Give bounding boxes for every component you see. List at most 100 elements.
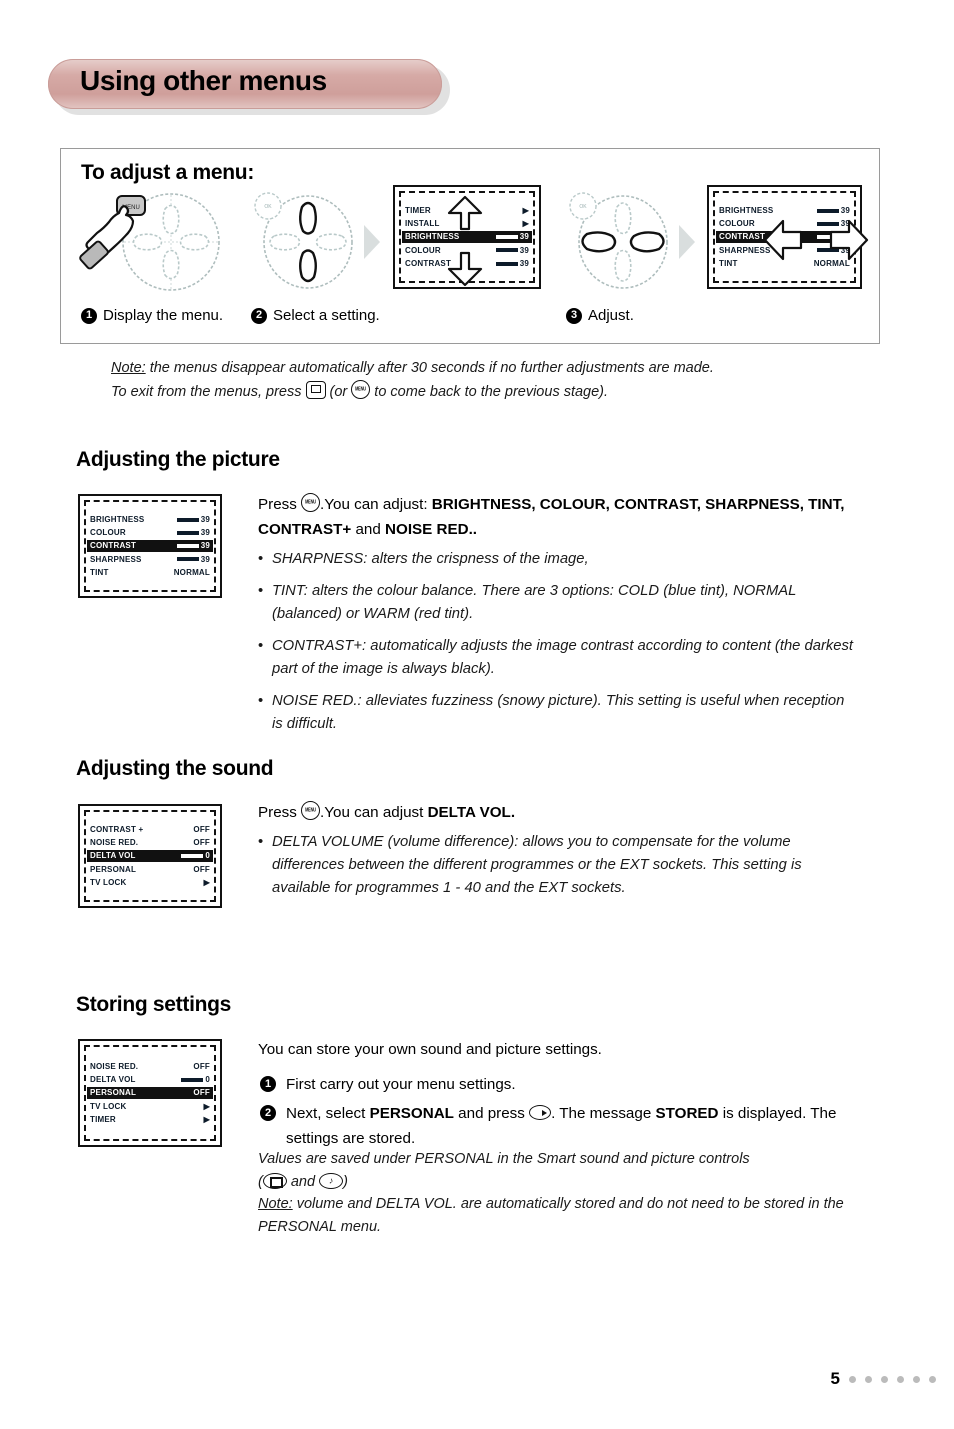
osd-row-value: OFF xyxy=(193,838,210,848)
sound-lead-bold: DELTA VOL. xyxy=(427,804,516,821)
list-item: 2 Next, select PERSONAL and press . The … xyxy=(258,1101,868,1151)
osd-row-selected: DELTA VOL 0 xyxy=(87,850,213,862)
osd-row: SHARPNESS 39 xyxy=(87,554,213,565)
osd-row-label: SHARPNESS xyxy=(90,554,142,564)
osd-row-label: BRIGHTNESS xyxy=(719,206,774,216)
osd-screen-storing: NOISE RED. OFF DELTA VOL 0 PERSONAL OFF … xyxy=(78,1039,222,1147)
picture-bullet-list: SHARPNESS: alters the crispness of the i… xyxy=(258,548,858,736)
list-item: CONTRAST+: automatically adjusts the ima… xyxy=(258,635,858,681)
right-arrow-icon xyxy=(529,1105,552,1120)
osd-row-value: ▶ xyxy=(203,1114,210,1124)
adjust-menu-title: To adjust a menu: xyxy=(81,161,255,184)
footer-dot xyxy=(897,1375,904,1383)
menu-icon xyxy=(301,801,321,820)
note-line2-a: To exit from the menus, press xyxy=(111,384,306,400)
note-line1-text: the menus disappear automatically after … xyxy=(145,360,714,376)
osd-row-label: TINT xyxy=(719,258,738,268)
step-text-3: Adjust. xyxy=(588,307,634,324)
osd-row: TV LOCK ▶ xyxy=(87,1101,213,1112)
step-2-b: and press xyxy=(453,1105,530,1122)
list-item: NOISE RED.: alleviates fuzziness (snowy … xyxy=(258,690,858,736)
osd-row-value: 0 xyxy=(181,851,210,860)
osd-row-label: TINT xyxy=(90,567,109,577)
step-number-2: 2 xyxy=(260,1105,276,1121)
picture-lead-a: Press xyxy=(258,496,302,513)
svg-text:OK: OK xyxy=(264,204,272,210)
osd-screen-sound: CONTRAST + OFF NOISE RED. OFF DELTA VOL … xyxy=(78,804,222,908)
osd-row-label: DELTA VOL xyxy=(90,1075,136,1085)
step-2-c: . The message xyxy=(551,1105,656,1122)
osd-row: DELTA VOL 0 xyxy=(87,1074,213,1085)
step-text-1: Display the menu. xyxy=(103,307,224,324)
osd-row-label: BRIGHTNESS xyxy=(90,515,145,525)
osd-row-label: COLOUR xyxy=(90,528,126,538)
osd-row: TV LOCK ▶ xyxy=(87,877,213,888)
page-number: 5 xyxy=(830,1369,840,1388)
osd-row-label: TIMER xyxy=(405,206,431,216)
exit-icon xyxy=(305,381,326,399)
list-item: TINT: alters the colour balance. There a… xyxy=(258,580,858,626)
storing-note-text: volume and DELTA VOL. are automatically … xyxy=(258,1196,844,1235)
osd-row-value: OFF xyxy=(193,825,210,835)
osd-row-value: 39 xyxy=(816,206,850,215)
footer-dot xyxy=(865,1375,872,1383)
top-note-line-1: Note: the menus disappear automatically … xyxy=(111,357,891,380)
osd-row-label: TV LOCK xyxy=(90,1101,127,1111)
osd-row-value: 39 xyxy=(176,541,210,550)
osd-screen-step3: BRIGHTNESS 39 COLOUR 39 CONTRAST 42 SHAR… xyxy=(707,185,869,289)
osd-row-label: COLOUR xyxy=(719,219,755,229)
osd-row-label: PERSONAL xyxy=(90,1088,137,1098)
osd-row-value: ▶ xyxy=(522,219,529,229)
picture-lead-b: .You can adjust: xyxy=(320,496,432,513)
note-line2-c: to come back to the previous stage). xyxy=(370,384,609,400)
osd-row-label: DELTA VOL xyxy=(90,851,136,861)
heading-adjusting-picture: Adjusting the picture xyxy=(76,448,280,471)
note-label: Note: xyxy=(258,1196,293,1212)
top-note: Note: the menus disappear automatically … xyxy=(111,357,891,404)
step-label-1: 1 Display the menu. xyxy=(81,307,223,324)
heading-adjusting-sound: Adjusting the sound xyxy=(76,757,274,780)
osd-row-label: NOISE RED. xyxy=(90,1062,139,1072)
osd-row-value: OFF xyxy=(193,1062,210,1072)
osd-row-label: TIMER xyxy=(90,1114,116,1124)
footer-dot xyxy=(849,1375,856,1383)
osd-row-value: 39 xyxy=(176,515,210,524)
list-item: DELTA VOLUME (volume difference): allows… xyxy=(258,831,858,900)
storing-intro: You can store your own sound and picture… xyxy=(258,1041,602,1058)
osd-row-value: ▶ xyxy=(203,877,210,887)
up-down-arrow-overlay xyxy=(447,195,483,287)
tail-line-3: Note: volume and DELTA VOL. are automati… xyxy=(258,1193,868,1238)
picture-text-column: Press .You can adjust: BRIGHTNESS, COLOU… xyxy=(258,492,858,745)
osd-row-selected: PERSONAL OFF xyxy=(87,1087,213,1099)
osd-row: CONTRAST + OFF xyxy=(87,824,213,835)
osd-row-value: 0 xyxy=(181,1075,210,1084)
step-number-1: 1 xyxy=(260,1076,276,1092)
step-2-a: Next, select xyxy=(286,1105,370,1122)
step-text-1: First carry out your menu settings. xyxy=(286,1076,516,1093)
tail-line-1: Values are saved under PERSONAL in the S… xyxy=(258,1148,868,1171)
osd-row-value: NORMAL xyxy=(173,567,210,577)
storing-tail-note: Values are saved under PERSONAL in the S… xyxy=(258,1148,868,1238)
list-item: SHARPNESS: alters the crispness of the i… xyxy=(258,548,858,571)
osd-row-value: ▶ xyxy=(203,1101,210,1111)
step-number-1: 1 xyxy=(81,307,97,324)
step-number-2: 2 xyxy=(251,307,267,324)
picture-lead-bold-2: NOISE RED.. xyxy=(385,521,478,538)
smart-sound-icon: ♪ xyxy=(319,1172,344,1189)
tail-and: and xyxy=(286,1173,320,1190)
osd-row-label: CONTRAST + xyxy=(90,825,144,835)
step-label-2: 2 Select a setting. xyxy=(251,307,380,324)
footer-dot xyxy=(913,1375,920,1383)
remote-illustration-step2: OK xyxy=(246,187,386,292)
footer-dots xyxy=(849,1375,936,1383)
osd-row: TIMER ▶ xyxy=(87,1114,213,1125)
osd-row-value: 39 xyxy=(176,555,210,564)
osd-row: NOISE RED. OFF xyxy=(87,1061,213,1072)
osd-row: BRIGHTNESS 39 xyxy=(87,514,213,525)
osd-row-label: TV LOCK xyxy=(90,877,127,887)
footer-dot xyxy=(929,1375,936,1383)
picture-lead-mid: and xyxy=(351,521,386,538)
smart-picture-icon xyxy=(262,1172,287,1189)
storing-steps: 1 First carry out your menu settings. 2 … xyxy=(258,1072,868,1151)
svg-text:OK: OK xyxy=(579,204,587,210)
